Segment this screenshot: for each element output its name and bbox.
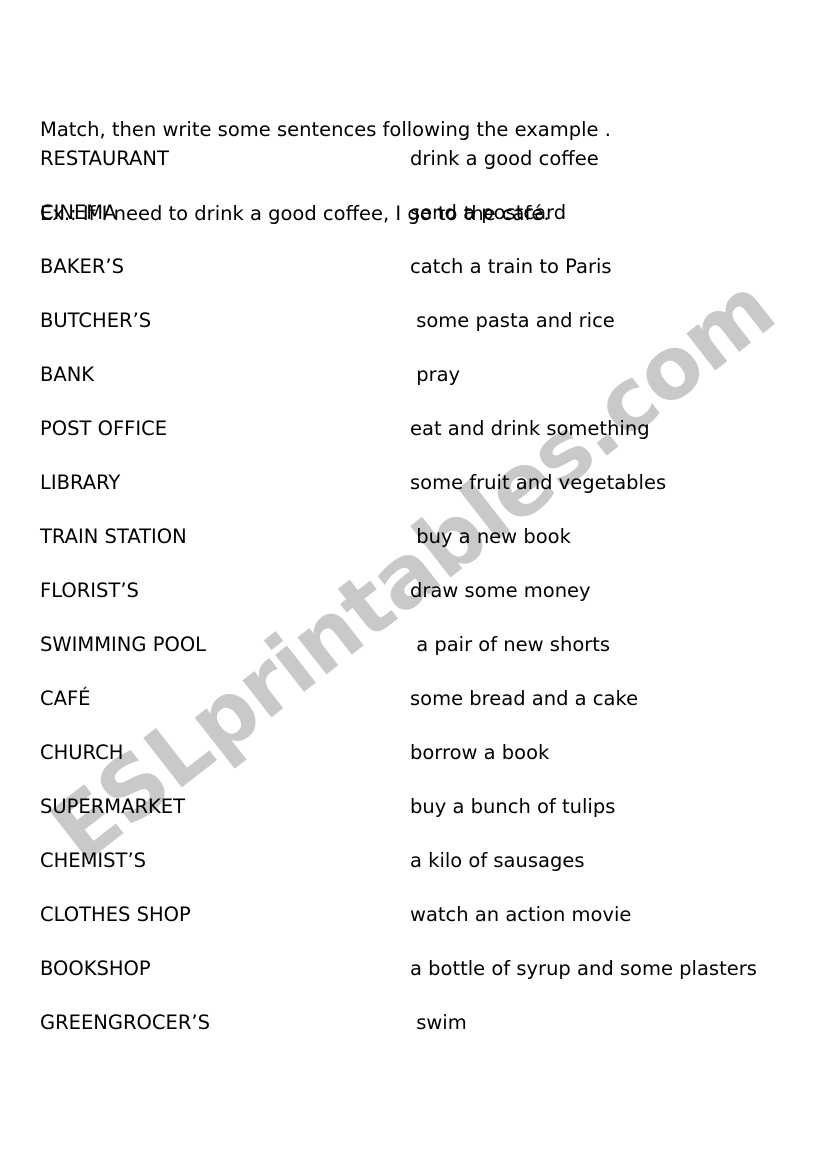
match-row: POST OFFICE eat and drink something — [0, 416, 826, 470]
match-row: CHURCH borrow a book — [0, 740, 826, 794]
activity-phrase[interactable]: some pasta and rice — [410, 308, 615, 334]
match-row: SWIMMING POOL a pair of new shorts — [0, 632, 826, 686]
match-row: BOOKSHOP a bottle of syrup and some plast… — [0, 956, 826, 1010]
place-term[interactable]: TRAIN STATION — [40, 524, 187, 550]
activity-phrase[interactable]: buy a bunch of tulips — [410, 794, 615, 820]
match-row: BAKER’S catch a train to Paris — [0, 254, 826, 308]
match-row: SUPERMARKET buy a bunch of tulips — [0, 794, 826, 848]
matching-exercise-list: RESTAURANT drink a good coffee CINEMA send … — [0, 146, 826, 1064]
match-row: CLOTHES SHOP watch an action movie — [0, 902, 826, 956]
instruction-line-1: Match, then write some sentences followi… — [40, 118, 611, 141]
place-term[interactable]: SUPERMARKET — [40, 794, 185, 820]
place-term[interactable]: CINEMA — [40, 200, 116, 226]
match-row: GREENGROCER’S swim — [0, 1010, 826, 1064]
match-row: CHEMIST’S a kilo of sausages — [0, 848, 826, 902]
match-row: RESTAURANT drink a good coffee — [0, 146, 826, 200]
activity-phrase[interactable]: send a postcard — [410, 200, 566, 226]
activity-phrase[interactable]: swim — [410, 1010, 467, 1036]
worksheet-content: Match, then write some sentences followi… — [0, 0, 826, 1169]
place-term[interactable]: CHURCH — [40, 740, 123, 766]
activity-phrase[interactable]: pray — [410, 362, 460, 388]
activity-phrase[interactable]: some bread and a cake — [410, 686, 638, 712]
place-term[interactable]: RESTAURANT — [40, 146, 169, 172]
place-term[interactable]: BUTCHER’S — [40, 308, 151, 334]
place-term[interactable]: CHEMIST’S — [40, 848, 146, 874]
activity-phrase[interactable]: a kilo of sausages — [410, 848, 585, 874]
match-row: BANK pray — [0, 362, 826, 416]
activity-phrase[interactable]: watch an action movie — [410, 902, 631, 928]
activity-phrase[interactable]: eat and drink something — [410, 416, 650, 442]
match-row: CAFÉ some bread and a cake — [0, 686, 826, 740]
activity-phrase[interactable]: draw some money — [410, 578, 591, 604]
match-row: LIBRARY some fruit and vegetables — [0, 470, 826, 524]
place-term[interactable]: POST OFFICE — [40, 416, 167, 442]
place-term[interactable]: FLORIST’S — [40, 578, 139, 604]
place-term[interactable]: CAFÉ — [40, 686, 91, 712]
place-term[interactable]: BAKER’S — [40, 254, 124, 280]
activity-phrase[interactable]: some fruit and vegetables — [410, 470, 666, 496]
worksheet-page: ESLprintables.com Match, then write some… — [0, 0, 826, 1169]
match-row: TRAIN STATION buy a new book — [0, 524, 826, 578]
match-row: FLORIST’S draw some money — [0, 578, 826, 632]
activity-phrase[interactable]: a bottle of syrup and some plasters — [410, 956, 757, 982]
place-term[interactable]: SWIMMING POOL — [40, 632, 206, 658]
match-row: BUTCHER’S some pasta and rice — [0, 308, 826, 362]
match-row: CINEMA send a postcard — [0, 200, 826, 254]
activity-phrase[interactable]: buy a new book — [410, 524, 571, 550]
activity-phrase[interactable]: catch a train to Paris — [410, 254, 612, 280]
place-term[interactable]: CLOTHES SHOP — [40, 902, 191, 928]
place-term[interactable]: BANK — [40, 362, 94, 388]
activity-phrase[interactable]: drink a good coffee — [410, 146, 599, 172]
activity-phrase[interactable]: borrow a book — [410, 740, 549, 766]
place-term[interactable]: LIBRARY — [40, 470, 120, 496]
activity-phrase[interactable]: a pair of new shorts — [410, 632, 610, 658]
place-term[interactable]: GREENGROCER’S — [40, 1010, 210, 1036]
place-term[interactable]: BOOKSHOP — [40, 956, 151, 982]
